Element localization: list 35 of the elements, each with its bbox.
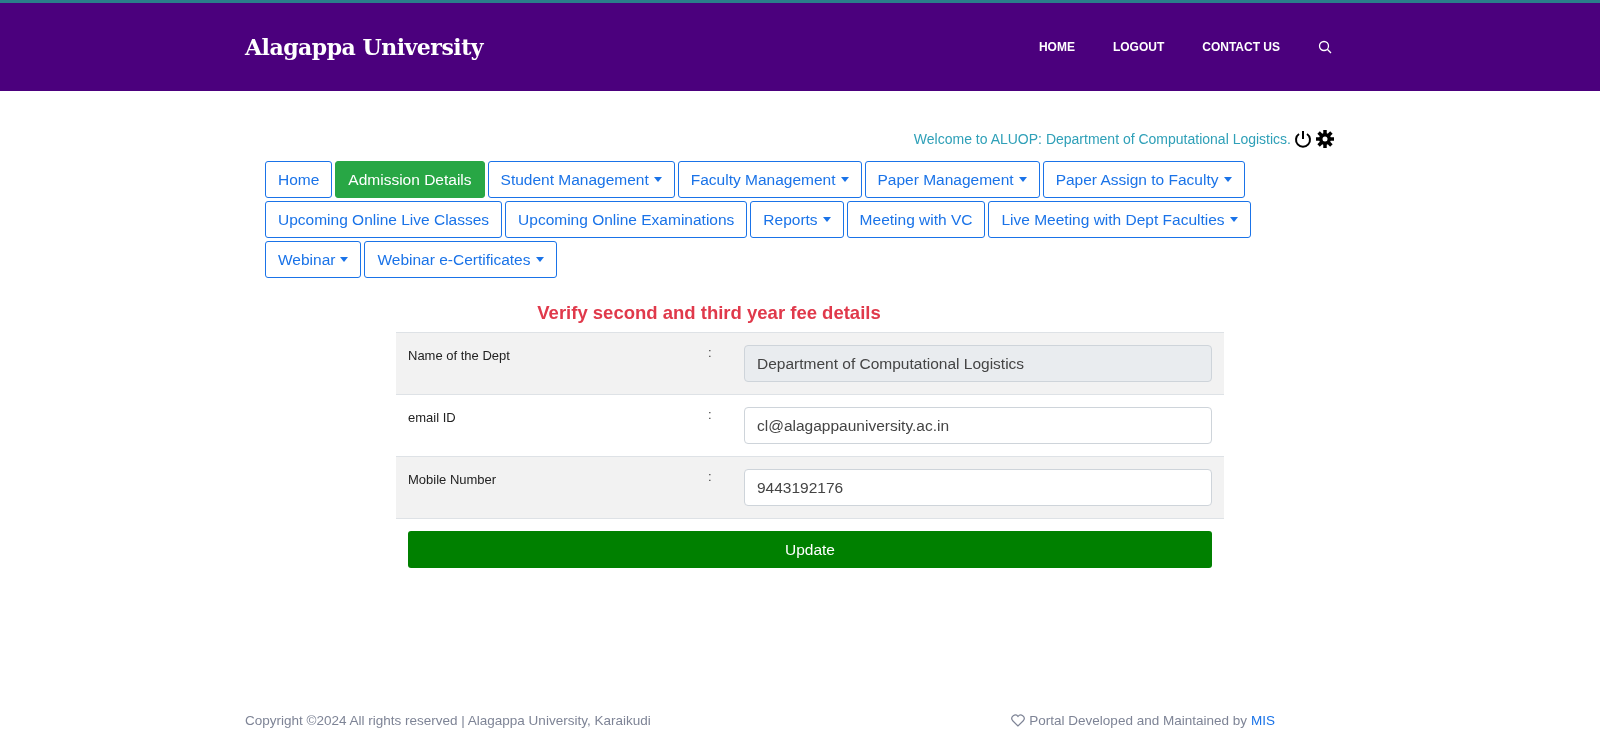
welcome-text: Welcome to ALUOP: Department of Computational Logistics.: [913, 131, 1291, 147]
menu-tab[interactable]: Home: [265, 161, 333, 198]
field-label: email ID: [408, 409, 457, 427]
colon-separator: :: [708, 407, 713, 424]
colon-separator: :: [708, 345, 713, 362]
menu-tab[interactable]: Upcoming Online Examinations: [505, 201, 748, 238]
form-title: Verify second and third year fee details: [536, 302, 882, 324]
menu-tab[interactable]: Student Management: [487, 161, 675, 198]
nav-link[interactable]: CONTACT US: [1202, 40, 1280, 54]
menu-tab[interactable]: Faculty Management: [677, 161, 862, 198]
menu-tab[interactable]: Reports: [750, 201, 844, 238]
credit-text: Portal Developed and Maintained by: [1029, 713, 1247, 728]
nav-link[interactable]: LOGOUT: [1112, 40, 1165, 54]
field-label: Mobile Number: [408, 471, 498, 489]
menu-tab[interactable]: Upcoming Online Live Classes: [265, 201, 503, 238]
update-button[interactable]: Update: [408, 531, 1212, 568]
brand-title: Alagappa University: [245, 34, 485, 60]
menu-tab[interactable]: Webinar: [265, 241, 362, 278]
menu-tab[interactable]: Live Meeting with Dept Faculties: [988, 201, 1251, 238]
menu-tab[interactable]: Admission Details: [335, 161, 485, 198]
search-icon[interactable]: [1318, 40, 1332, 54]
menu-tab[interactable]: Webinar e-Certificates: [364, 241, 557, 278]
menu-tab[interactable]: Meeting with VC: [846, 201, 986, 238]
power-icon[interactable]: [1293, 129, 1313, 149]
menu-tab[interactable]: Paper Assign to Faculty: [1042, 161, 1245, 198]
input-field[interactable]: 9443192176: [744, 469, 1212, 506]
heart-icon: [1011, 714, 1026, 727]
nav-link[interactable]: HOME: [1038, 40, 1075, 54]
copyright-text: Copyright ©2024 All rights reserved | Alagappa University, Karaikudi: [245, 713, 651, 728]
input-field[interactable]: cl@alagappauniversity.ac.in: [744, 407, 1212, 444]
field-label: Name of the Dept: [408, 347, 511, 365]
colon-separator: :: [708, 469, 713, 486]
mis-link[interactable]: MIS: [1251, 713, 1275, 728]
settings-icon[interactable]: [1315, 129, 1335, 149]
menu-tab[interactable]: Paper Management: [864, 161, 1040, 198]
